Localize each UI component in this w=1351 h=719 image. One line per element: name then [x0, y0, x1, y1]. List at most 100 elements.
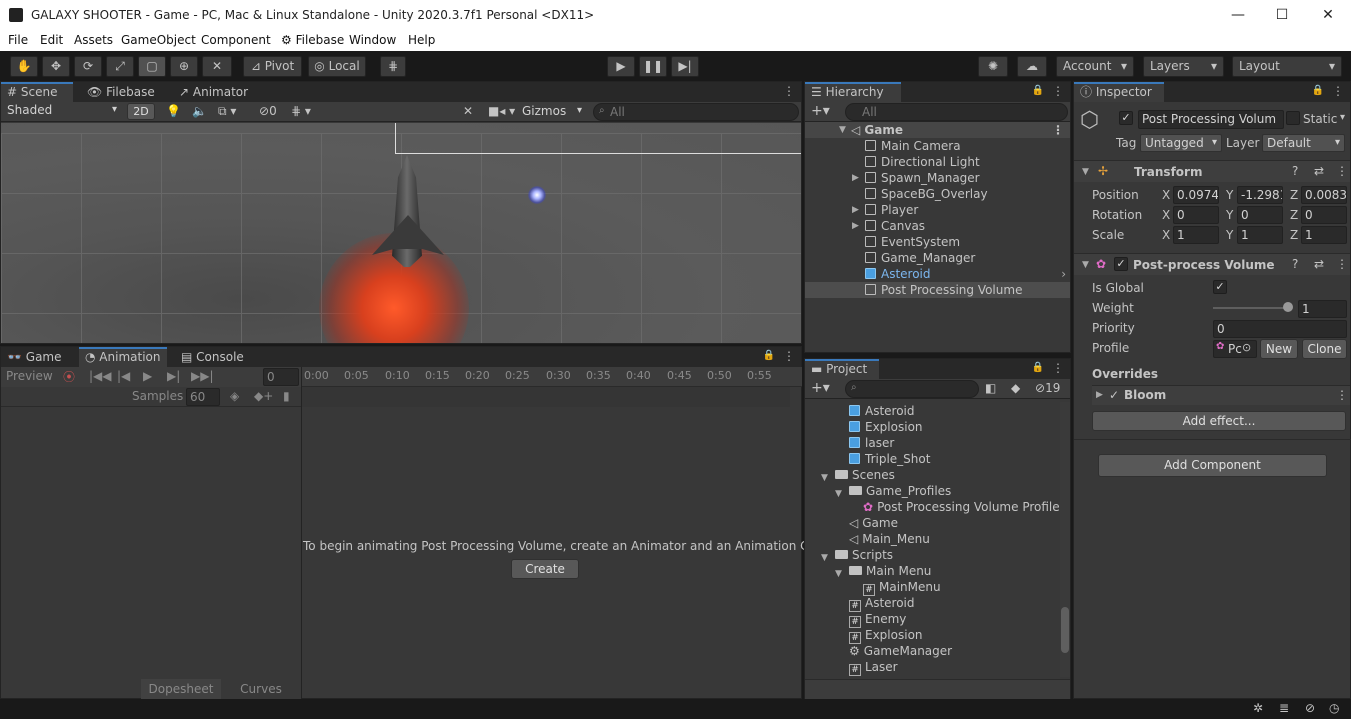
tab-scene[interactable]: # Scene	[1, 82, 73, 102]
static-dropdown-icon[interactable]: ▾	[1340, 112, 1345, 123]
shading-dropdown[interactable]: Shaded	[3, 102, 121, 120]
project-item[interactable]: laser	[805, 435, 1060, 451]
menu-edit[interactable]: Edit	[40, 33, 63, 47]
hierarchy-search-input[interactable]: All	[845, 103, 1068, 121]
project-item[interactable]: ⚙ GameManager	[805, 643, 1060, 659]
lighting-icon[interactable]: 💡	[166, 104, 181, 118]
hierarchy-item[interactable]: Game_Manager	[805, 250, 1070, 266]
maximize-icon[interactable]: ☐	[1270, 4, 1294, 26]
project-item[interactable]: ✿ Post Processing Volume Profile	[805, 499, 1060, 515]
account-dropdown[interactable]: Account ▾	[1056, 56, 1134, 77]
menu-component[interactable]: Component	[201, 33, 271, 47]
lock-icon[interactable]: 🔒	[1312, 85, 1324, 96]
ppv-enabled-checkbox[interactable]: ✓	[1114, 257, 1128, 271]
priority-field[interactable]: 0	[1213, 320, 1347, 338]
minimize-icon[interactable]: —	[1226, 4, 1250, 26]
hierarchy-item[interactable]: EventSystem	[805, 234, 1070, 250]
grid-snap-icon[interactable]: ⋕	[380, 56, 406, 77]
collab-icon[interactable]: ✺	[978, 56, 1008, 77]
transform-tool-icon[interactable]: ⊕	[170, 56, 198, 77]
rotation-z-field[interactable]: 0	[1301, 206, 1347, 224]
lock-icon[interactable]: 🔒	[1032, 362, 1044, 373]
curves-tab[interactable]: Curves	[221, 679, 301, 699]
create-plus-icon[interactable]: +▾	[811, 380, 830, 396]
hierarchy-item-selected[interactable]: Post Processing Volume	[805, 282, 1070, 298]
effects-icon[interactable]: ⧉ ▾	[218, 104, 236, 119]
collapse-arrow-icon[interactable]: ▶	[1096, 390, 1103, 400]
menu-window[interactable]: Window	[349, 33, 396, 47]
hierarchy-item[interactable]: Spawn_Manager	[805, 170, 1070, 186]
tab-inspector[interactable]: ⓘ Inspector	[1074, 82, 1164, 102]
expand-arrow-icon[interactable]: ▼	[839, 125, 846, 135]
more-options-icon[interactable]: ⋮	[783, 349, 795, 363]
samples-field[interactable]: 60	[186, 388, 220, 406]
new-profile-button[interactable]: New	[1260, 339, 1298, 359]
project-item[interactable]: # Asteroid	[805, 595, 1060, 612]
prev-key-icon[interactable]: |◀	[117, 369, 130, 383]
transform-header[interactable]: Transform	[1074, 160, 1350, 182]
tab-console[interactable]: ▤ Console	[175, 347, 255, 367]
help-icon[interactable]: ?	[1292, 164, 1298, 178]
static-checkbox[interactable]	[1286, 111, 1300, 125]
hidden-objects-toggle[interactable]: ⊘0	[259, 104, 277, 118]
dopesheet-tab[interactable]: Dopesheet	[141, 679, 221, 699]
move-tool-icon[interactable]: ✥	[42, 56, 70, 77]
position-y-field[interactable]: -1.2981	[1237, 186, 1283, 204]
project-search-input[interactable]	[845, 380, 979, 398]
search-by-type-icon[interactable]: ◧	[985, 381, 996, 395]
object-name-field[interactable]: Post Processing Volum	[1138, 110, 1284, 129]
menu-file[interactable]: File	[8, 33, 28, 47]
more-options-icon[interactable]: ⋮	[1332, 84, 1344, 98]
project-item[interactable]: ◁ Main_Menu	[805, 531, 1060, 547]
weight-field[interactable]: 1	[1298, 300, 1347, 318]
hierarchy-item[interactable]: Main Camera	[805, 138, 1070, 154]
hierarchy-item-prefab[interactable]: Asteroid ›	[805, 266, 1070, 282]
hierarchy-item[interactable]: Directional Light	[805, 154, 1070, 170]
search-by-label-icon[interactable]: ◆	[1011, 381, 1020, 395]
project-item[interactable]: # MainMenu	[805, 579, 1060, 596]
analysis-icon[interactable]: ⊘	[1305, 701, 1315, 715]
collapse-arrow-icon[interactable]: ▶	[852, 221, 859, 231]
project-item[interactable]: ▼ Game_Profiles	[805, 483, 1060, 499]
more-options-icon[interactable]: ⋮	[1336, 164, 1348, 178]
bloom-checkbox[interactable]: ✓	[1109, 388, 1119, 402]
tag-dropdown[interactable]: Untagged	[1140, 134, 1222, 152]
cloud-icon[interactable]: ☁	[1017, 56, 1047, 77]
tools-icon[interactable]: ✕	[463, 104, 473, 118]
preview-toggle[interactable]: Preview	[6, 369, 53, 383]
more-options-icon[interactable]: ⋮	[1336, 257, 1348, 271]
menu-filebase[interactable]: ⚙ Filebase	[281, 33, 344, 47]
custom-tool-icon[interactable]: ✕	[202, 56, 232, 77]
menu-gameobject[interactable]: GameObject	[121, 33, 196, 47]
layer-dropdown[interactable]: Default	[1262, 134, 1345, 152]
timeline-ruler[interactable]: 0:00 0:05 0:10 0:15 0:20 0:25 0:30 0:35 …	[302, 367, 802, 387]
player-ship[interactable]	[372, 155, 444, 275]
close-icon[interactable]: ✕	[1316, 4, 1340, 26]
clone-profile-button[interactable]: Clone	[1302, 339, 1347, 359]
weight-slider-track[interactable]	[1213, 307, 1289, 309]
event-row[interactable]	[302, 387, 790, 407]
scrollbar-thumb[interactable]	[1061, 607, 1069, 653]
tab-filebase[interactable]: 👁 Filebase	[81, 82, 171, 102]
add-event-icon[interactable]: ▮	[283, 389, 290, 403]
preset-icon[interactable]: ⇄	[1314, 164, 1324, 178]
is-global-checkbox[interactable]: ✓	[1213, 280, 1227, 294]
pause-button[interactable]: ❚❚	[639, 56, 667, 77]
project-scrollbar[interactable]	[1060, 402, 1070, 677]
more-options-icon[interactable]: ⋮	[1052, 122, 1064, 138]
preset-icon[interactable]: ⇄	[1314, 257, 1324, 271]
progress-icon[interactable]: ◷	[1329, 701, 1339, 715]
collapse-arrow-icon[interactable]: ▶	[852, 173, 859, 183]
tab-game[interactable]: 👓 Game	[1, 347, 71, 367]
project-item[interactable]: # Laser	[805, 659, 1060, 676]
create-clip-button[interactable]: Create	[511, 559, 579, 579]
menu-help[interactable]: Help	[408, 33, 435, 47]
active-checkbox[interactable]: ✓	[1119, 111, 1133, 125]
create-plus-icon[interactable]: +▾	[811, 103, 830, 119]
hierarchy-item[interactable]: Player	[805, 202, 1070, 218]
more-options-icon[interactable]: ⋮	[1052, 84, 1064, 98]
expand-arrow-icon[interactable]: ▼	[1082, 167, 1089, 177]
layers-icon[interactable]: ≣	[1279, 701, 1289, 715]
static-label[interactable]: Static	[1303, 112, 1337, 126]
scale-x-field[interactable]: 1	[1173, 226, 1219, 244]
